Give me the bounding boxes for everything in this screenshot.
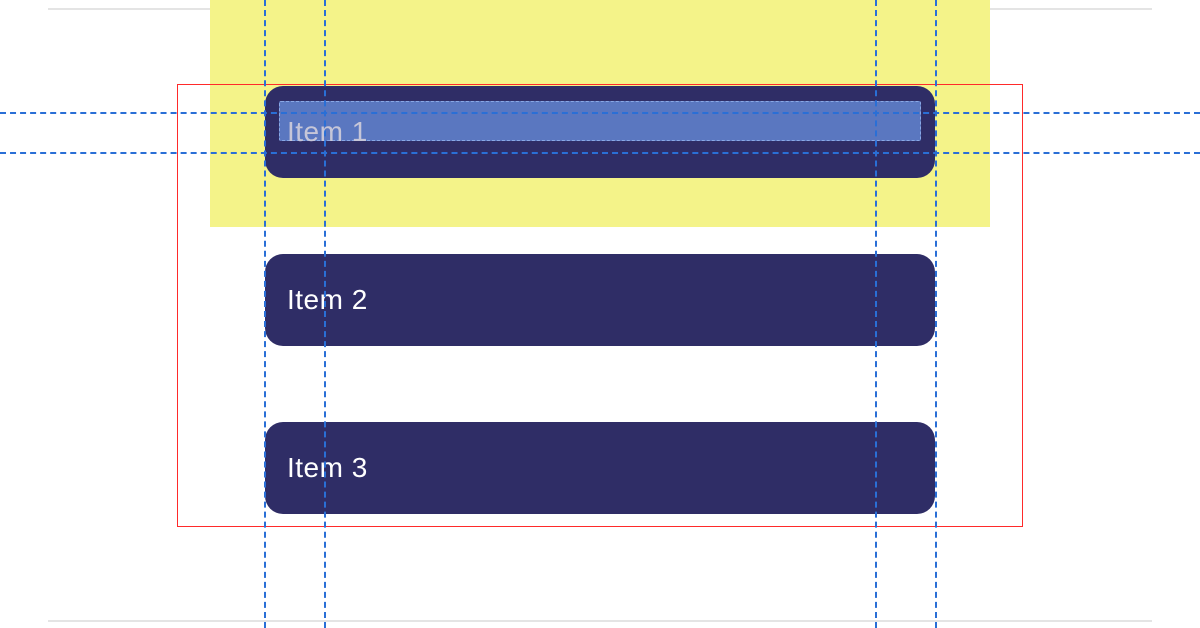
alignment-guide-horizontal [0,152,1200,154]
list-item[interactable]: Item 2 [265,254,935,346]
list-item[interactable]: Item 3 [265,422,935,514]
ruler-bottom [48,620,1152,622]
list-item-label: Item 3 [287,452,368,484]
alignment-guide-horizontal [0,112,1200,114]
design-canvas: Item 1 Item 2 Item 3 [0,0,1200,628]
alignment-guide-vertical [324,0,326,628]
list-item-label: Item 1 [287,116,368,148]
selection-overlay [279,101,921,141]
alignment-guide-vertical [264,0,266,628]
list-item[interactable]: Item 1 [265,86,935,178]
alignment-guide-vertical [875,0,877,628]
list-item-label: Item 2 [287,284,368,316]
alignment-guide-vertical [935,0,937,628]
